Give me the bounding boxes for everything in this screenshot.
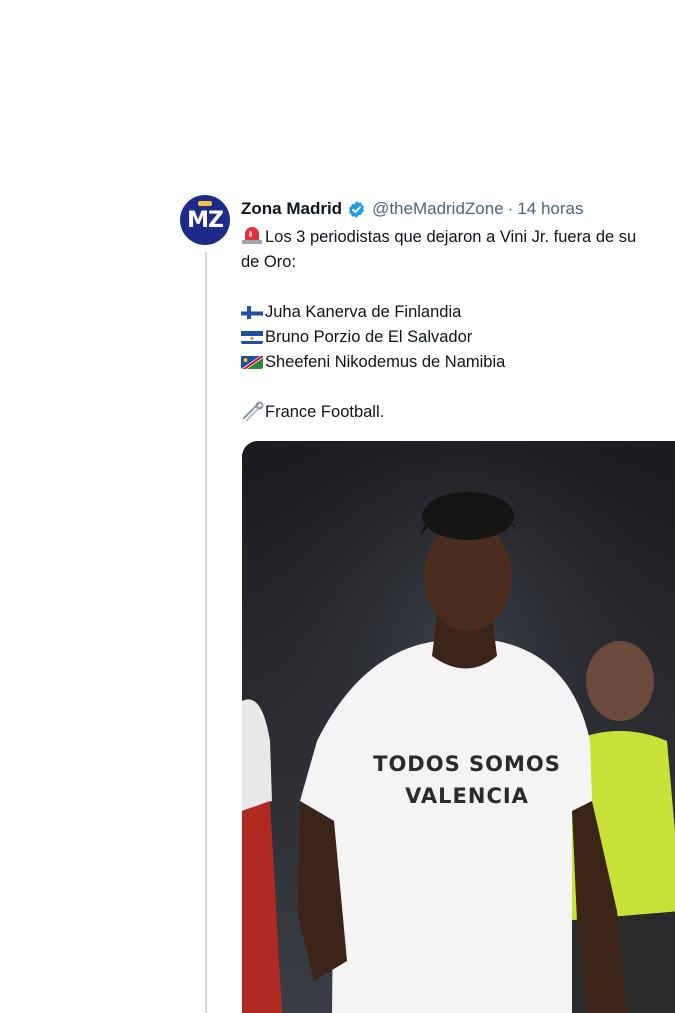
tweet-image[interactable]: TODOS SOMOS VALENCIA xyxy=(242,441,675,1013)
thread-line xyxy=(205,252,207,1013)
flag-namibia-icon xyxy=(241,354,263,369)
flag-finland-icon xyxy=(241,304,263,319)
journalist-item: Sheefeni Nikodemus de Namibia xyxy=(241,350,675,375)
verified-badge-icon xyxy=(349,200,365,218)
tweet-header: Zona Madrid @theMadridZone · 14 horas xyxy=(241,198,584,220)
shirt-text-line-2: VALENCIA xyxy=(405,784,529,808)
tweet-card[interactable]: MZ Zona Madrid @theMadridZone · 14 horas… xyxy=(0,0,675,1013)
avatar-initials: MZ xyxy=(187,207,224,233)
crown-icon xyxy=(198,201,212,206)
author-name[interactable]: Zona Madrid xyxy=(241,199,342,219)
safety-pin-icon xyxy=(243,401,264,421)
journalist-item: Bruno Porzio de El Salvador xyxy=(241,325,675,350)
avatar[interactable]: MZ xyxy=(180,195,230,245)
timestamp[interactable]: 14 horas xyxy=(517,199,583,219)
player-photo: TODOS SOMOS VALENCIA xyxy=(242,441,675,1013)
flag-el-salvador-icon xyxy=(241,329,263,344)
text-line-1: Los 3 periodistas que dejaron a Vini Jr.… xyxy=(241,225,675,250)
shirt-text-line-1: TODOS SOMOS xyxy=(373,752,561,776)
tweet-text: Los 3 periodistas que dejaron a Vini Jr.… xyxy=(241,225,675,425)
rotating-light-icon xyxy=(242,227,262,244)
text-line-2: de Oro: xyxy=(241,253,297,271)
journalist-item: Juha Kanerva de Finlandia xyxy=(241,300,675,325)
source-line: France Football. xyxy=(241,400,675,425)
separator: · xyxy=(507,199,514,218)
author-handle[interactable]: @theMadridZone xyxy=(372,199,504,219)
